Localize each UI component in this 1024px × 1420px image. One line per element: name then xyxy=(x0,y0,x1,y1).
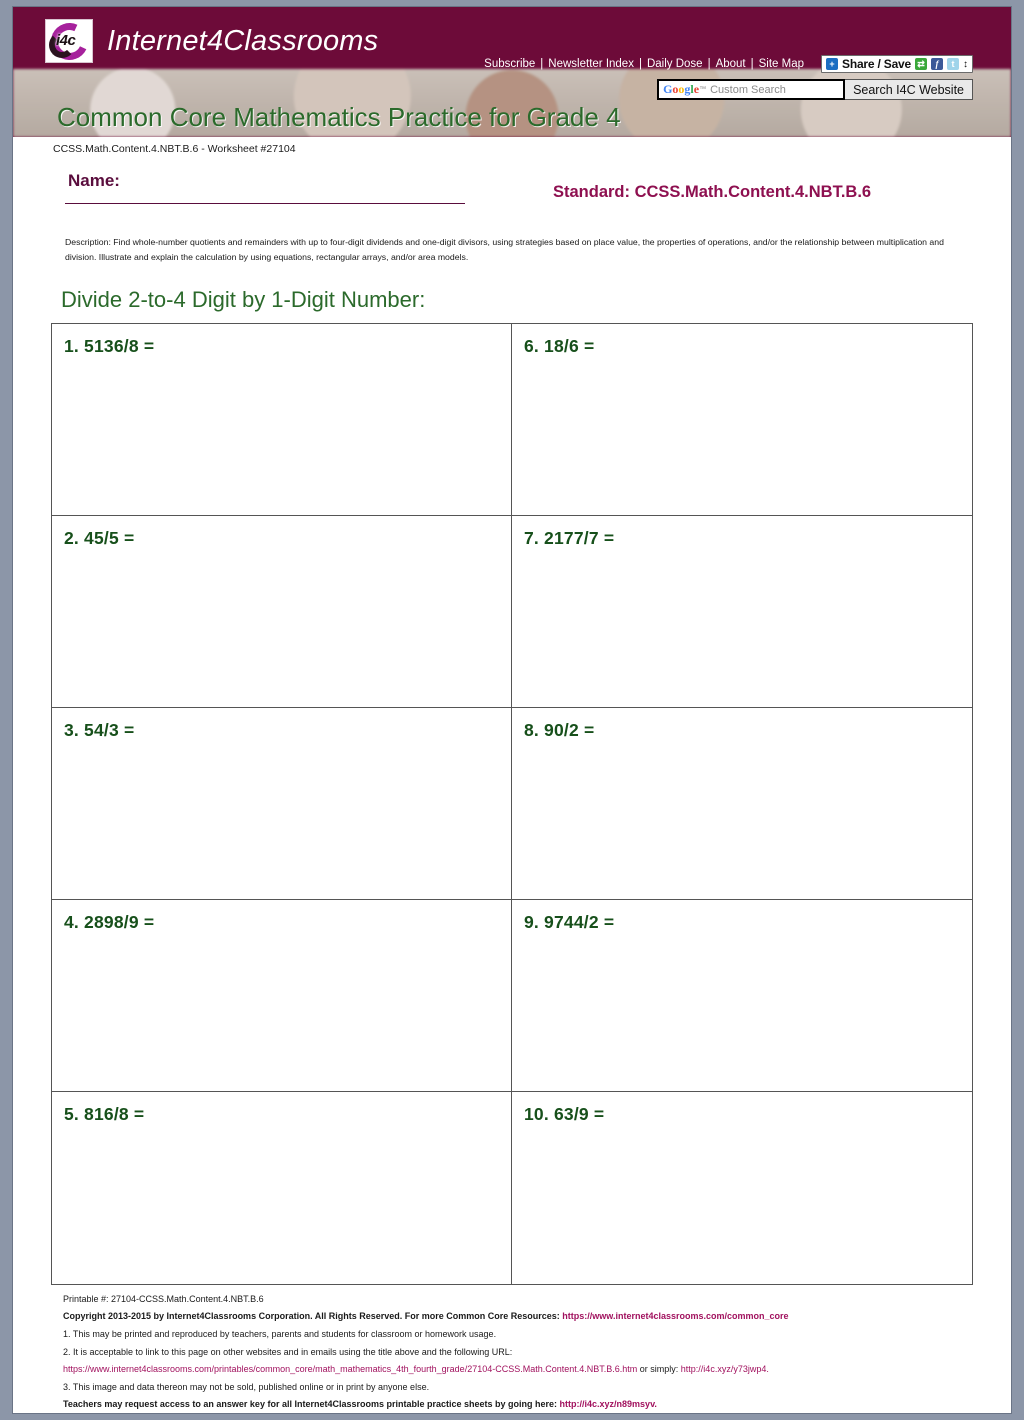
footer-note-1: 1. This may be printed and reproduced by… xyxy=(63,1329,497,1340)
problem-cell[interactable]: 2. 45/5 = xyxy=(52,515,512,708)
name-and-standard-row: Name: Standard: CCSS.Math.Content.4.NBT.… xyxy=(13,167,1011,229)
chevron-updown-icon[interactable]: ↕ xyxy=(963,59,968,70)
problem-text: 6. 18/6 = xyxy=(524,335,595,356)
problem-cell[interactable]: 1. 5136/8 = xyxy=(52,323,512,516)
name-label: Name: xyxy=(68,171,120,190)
top-nav: Subscribe | Newsletter Index | Daily Dos… xyxy=(479,55,973,73)
worksheet-long-url-link[interactable]: https://www.internet4classrooms.com/prin… xyxy=(63,1364,637,1374)
nav-link-site-map[interactable]: Site Map xyxy=(754,58,809,70)
problem-text: 2. 45/5 = xyxy=(64,527,135,548)
problem-cell[interactable]: 9. 9744/2 = xyxy=(512,899,972,1092)
answer-key-line: Teachers may request access to an answer… xyxy=(63,1396,971,1413)
problem-text: 5. 816/8 = xyxy=(64,1103,145,1124)
problem-cell[interactable]: 10. 63/9 = xyxy=(512,1091,972,1284)
or-simply-text: or simply: xyxy=(637,1364,681,1375)
worksheet-sheet: i4c Internet4Classrooms Subscribe | News… xyxy=(12,6,1012,1414)
facebook-icon[interactable]: f xyxy=(931,58,943,70)
page-title: Common Core Mathematics Practice for Gra… xyxy=(57,102,621,132)
problem-cell[interactable]: 5. 816/8 = xyxy=(52,1091,512,1284)
nav-link-daily-dose[interactable]: Daily Dose xyxy=(642,58,708,70)
search-input[interactable]: Google ™ Custom Search xyxy=(657,79,846,100)
standard-description: Description: Find whole-number quotients… xyxy=(65,237,944,262)
common-core-link[interactable]: https://www.internet4classrooms.com/comm… xyxy=(562,1311,788,1321)
problem-cell[interactable]: 6. 18/6 = xyxy=(512,323,972,516)
problem-text: 1. 5136/8 = xyxy=(64,335,155,356)
site-header: i4c Internet4Classrooms Subscribe | News… xyxy=(13,7,1011,137)
share-save-button[interactable]: + Share / Save ⇄ f t ↕ xyxy=(821,55,973,73)
twitter-icon[interactable]: t xyxy=(947,58,959,70)
problem-text: 10. 63/9 = xyxy=(524,1103,605,1124)
copyright-line: Copyright 2013-2015 by Internet4Classroo… xyxy=(63,1308,971,1326)
answer-key-link[interactable]: http://i4c.xyz/n89msyv. xyxy=(560,1399,657,1409)
brand-name: Internet4Classrooms xyxy=(107,24,379,57)
footer-note-3: 3. This image and data thereon may not b… xyxy=(63,1381,430,1392)
i4c-logo-icon[interactable]: i4c xyxy=(45,17,94,66)
footer-url-line: https://www.internet4classrooms.com/prin… xyxy=(63,1361,971,1379)
problem-text: 8. 90/2 = xyxy=(524,719,595,740)
google-tm-icon: ™ xyxy=(699,86,707,93)
problem-text: 3. 54/3 = xyxy=(64,719,135,740)
search-submit-button[interactable]: Search I4C Website xyxy=(845,79,973,100)
answer-key-text: Teachers may request access to an answer… xyxy=(63,1399,560,1410)
name-input-line[interactable] xyxy=(65,203,465,204)
problem-grid: 1. 5136/8 = 6. 18/6 = 2. 45/5 = 7. 2177/… xyxy=(51,322,973,1285)
printable-number: Printable #: 27104-CCSS.Math.Content.4.N… xyxy=(63,1293,264,1304)
nav-link-about[interactable]: About xyxy=(711,58,751,70)
page-root: i4c Internet4Classrooms Subscribe | News… xyxy=(0,0,1024,1420)
search-placeholder-text: Custom Search xyxy=(710,83,786,96)
worksheet-id-line: CCSS.Math.Content.4.NBT.B.6 - Worksheet … xyxy=(53,143,296,155)
problem-cell[interactable]: 8. 90/2 = xyxy=(512,707,972,900)
worksheet-body: CCSS.Math.Content.4.NBT.B.6 - Worksheet … xyxy=(13,143,1011,1413)
worksheet-short-url-link[interactable]: http://i4c.xyz/y73jwp4. xyxy=(681,1364,769,1374)
share-save-label: Share / Save xyxy=(842,57,911,71)
problem-text: 9. 9744/2 = xyxy=(524,911,615,932)
problem-cell[interactable]: 3. 54/3 = xyxy=(52,707,512,900)
search-row: Google ™ Custom Search Search I4C Websit… xyxy=(657,79,973,100)
problem-text: 7. 2177/7 = xyxy=(524,527,615,548)
addthis-icon[interactable]: ⇄ xyxy=(915,58,927,70)
share-plus-icon: + xyxy=(826,58,839,70)
problem-text: 4. 2898/9 = xyxy=(64,911,155,932)
footer-note-2: 2. It is acceptable to link to this page… xyxy=(63,1346,513,1357)
page-footer: Printable #: 27104-CCSS.Math.Content.4.N… xyxy=(63,1291,971,1413)
nav-link-newsletter-index[interactable]: Newsletter Index xyxy=(543,58,639,70)
section-title: Divide 2-to-4 Digit by 1-Digit Number: xyxy=(61,286,426,312)
problem-cell[interactable]: 4. 2898/9 = xyxy=(52,899,512,1092)
google-logo-icon: Google xyxy=(663,82,700,96)
nav-link-subscribe[interactable]: Subscribe xyxy=(479,58,540,70)
standard-label: Standard: CCSS.Math.Content.4.NBT.B.6 xyxy=(553,183,872,201)
problem-cell[interactable]: 7. 2177/7 = xyxy=(512,515,972,708)
copyright-text: Copyright 2013-2015 by Internet4Classroo… xyxy=(63,1311,563,1322)
logo-text: i4c xyxy=(56,32,76,49)
